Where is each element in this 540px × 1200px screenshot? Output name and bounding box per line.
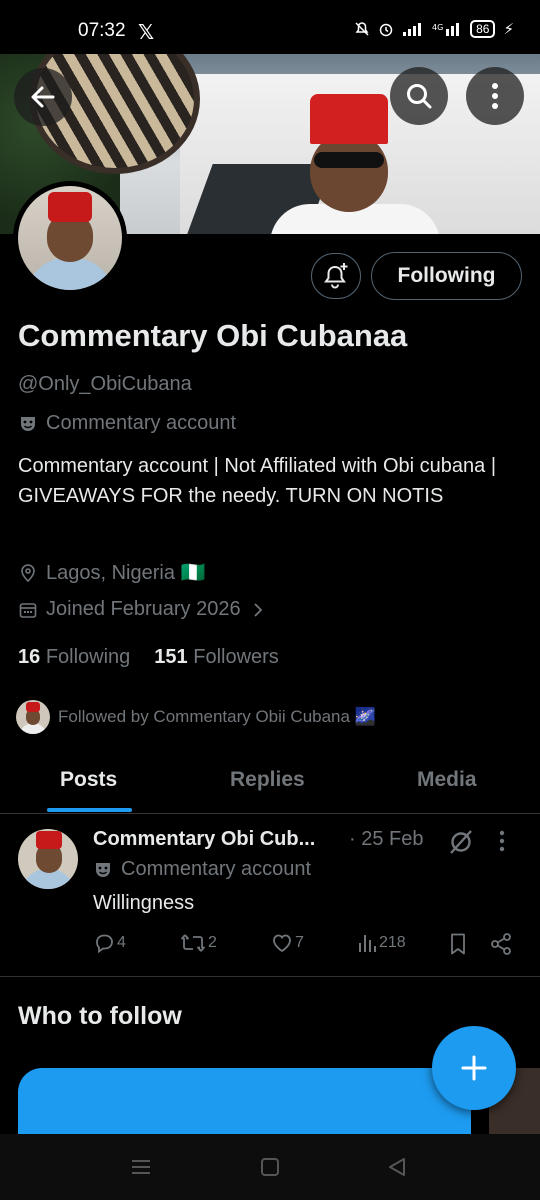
account-label-text: Commentary account [46, 412, 237, 434]
profile-avatar[interactable] [13, 181, 127, 295]
account-label: Commentary account [18, 412, 236, 435]
alarm-icon [379, 23, 393, 37]
tweet[interactable]: Commentary Obi Cub... · 25 Feb Commentar… [0, 815, 540, 977]
tweet-date: · 25 Feb [349, 828, 424, 850]
search-button[interactable] [390, 67, 448, 125]
charging-icon: ⚡ [503, 21, 514, 38]
heart-icon [273, 934, 291, 953]
repost-icon [181, 934, 205, 952]
like-count: 7 [295, 934, 304, 951]
search-icon [407, 84, 432, 109]
x-logo-icon: 𝕏 [138, 22, 155, 44]
more-vertical-icon [492, 83, 498, 109]
theater-masks-icon [96, 862, 110, 877]
recent-apps-icon[interactable] [130, 1156, 152, 1178]
more-options-button[interactable] [466, 67, 524, 125]
followers-count: 151 [154, 646, 188, 668]
tweet-actions: 4 2 7 218 [93, 932, 523, 958]
share-icon[interactable] [489, 932, 513, 956]
following-button[interactable]: Following [371, 252, 522, 300]
compose-post-button[interactable] [432, 1026, 516, 1110]
tab-posts[interactable]: Posts [60, 768, 117, 792]
profile-display-name: Commentary Obi Cubanaa [18, 318, 408, 353]
followed-by-avatar [16, 700, 50, 734]
tweet-more-icon[interactable] [498, 829, 506, 853]
tweet-account-label-text: Commentary account [121, 858, 312, 880]
status-icons: 4G 86 ⚡ [354, 20, 514, 38]
profile-handle: @Only_ObiCubana [18, 373, 192, 395]
svg-text:4G: 4G [432, 23, 443, 32]
profile-bio: Commentary account | Not Affiliated with… [18, 455, 497, 507]
4g-icon: 4G [432, 23, 460, 36]
tweet-account-label: Commentary account [93, 858, 311, 881]
following-stat[interactable]: 16 Following [18, 646, 130, 669]
follow-stats: 16 Following 151 Followers [18, 646, 279, 669]
tweet-avatar[interactable] [18, 829, 78, 889]
signal-icon [403, 23, 422, 36]
chevron-right-icon [253, 602, 262, 617]
following-count: 16 [18, 646, 41, 668]
tweet-author-name[interactable]: Commentary Obi Cub... [93, 828, 315, 851]
profile-tabs: Posts Replies Media [0, 752, 540, 814]
theater-masks-icon [21, 416, 35, 431]
reply-icon [96, 934, 113, 954]
bookmark-icon[interactable] [447, 932, 469, 956]
repost-count: 2 [208, 934, 217, 951]
followers-stat[interactable]: 151 Followers [154, 646, 279, 669]
tab-media[interactable]: Media [417, 768, 477, 792]
notifications-toggle-button[interactable] [311, 253, 361, 299]
followed-by-text: Followed by Commentary Obii Cubana 🌌 [58, 707, 376, 726]
system-nav-bar [0, 1134, 540, 1200]
profile-joined[interactable]: Joined February 2026 [18, 598, 267, 621]
calendar-icon [19, 602, 37, 618]
active-tab-indicator [47, 808, 132, 812]
mute-icon [355, 22, 369, 36]
reply-count: 4 [117, 934, 126, 951]
back-button[interactable] [14, 68, 72, 126]
arrow-left-icon [31, 86, 55, 108]
views-count: 218 [379, 934, 406, 951]
tweet-text: Willingness [93, 892, 195, 914]
status-bar: 07:32 𝕏 4G 86 ⚡ [0, 0, 540, 54]
location-text: Lagos, Nigeria 🇳🇬 [46, 562, 206, 584]
views-button[interactable]: 218 [357, 932, 406, 954]
battery-icon: 86 [470, 20, 496, 38]
following-stat-label: Following [45, 646, 131, 668]
who-to-follow-title: Who to follow [18, 1002, 182, 1030]
muted-icon [450, 830, 472, 854]
home-icon[interactable] [259, 1156, 281, 1178]
location-pin-icon [21, 563, 35, 582]
like-button[interactable]: 7 [271, 932, 304, 954]
bell-plus-icon [324, 263, 348, 289]
reply-button[interactable]: 4 [93, 932, 126, 954]
status-time: 07:32 [78, 20, 126, 41]
views-chart-icon [359, 935, 376, 952]
repost-button[interactable]: 2 [180, 932, 217, 954]
joined-text: Joined February 2026 [46, 598, 241, 620]
followed-by[interactable]: Followed by Commentary Obii Cubana 🌌 [16, 700, 376, 734]
tab-replies[interactable]: Replies [230, 768, 305, 792]
followers-stat-label: Followers [193, 646, 279, 668]
profile-location: Lagos, Nigeria 🇳🇬 [18, 560, 205, 585]
back-nav-icon[interactable] [386, 1156, 408, 1178]
plus-icon [461, 1055, 487, 1081]
